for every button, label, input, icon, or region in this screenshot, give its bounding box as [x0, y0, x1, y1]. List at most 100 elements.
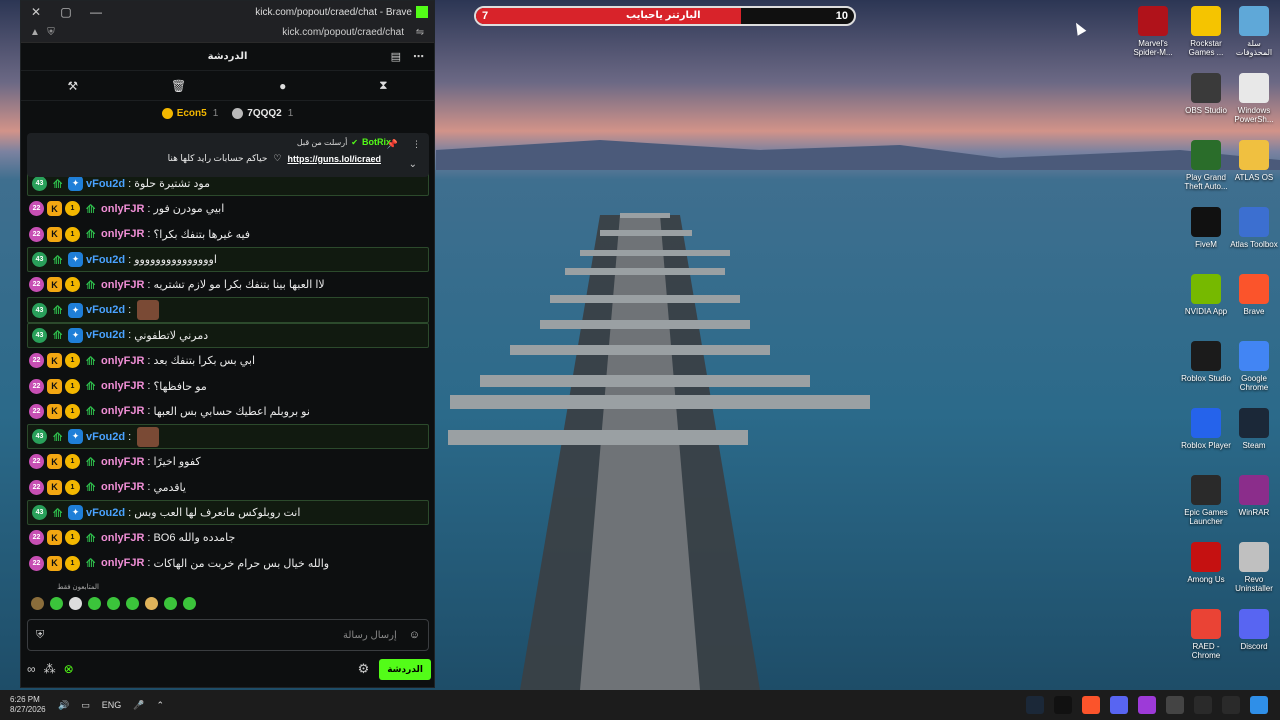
desktop-icon[interactable]: RAED - Chrome: [1180, 609, 1232, 660]
unpin-icon[interactable]: 📌: [387, 139, 398, 150]
leaderboard-entry[interactable]: Econ5 1: [161, 107, 218, 119]
message-composer[interactable]: ⛨ إرسال رسالة ☺: [27, 619, 429, 651]
desktop-icon[interactable]: FiveM: [1180, 207, 1232, 249]
chat-username[interactable]: onlyFJR: [101, 481, 144, 493]
chat-username[interactable]: onlyFJR: [101, 380, 144, 392]
emote-icon[interactable]: [50, 597, 63, 610]
pinned-message[interactable]: أرسلت من قبل ✔ BotRix حياكم حسابات رايد …: [27, 133, 429, 177]
microphone-icon[interactable]: 🎤: [133, 700, 144, 711]
chat-message[interactable]: 43 ⟰ ✦ vFou2d: دمرني لاتطفوني: [27, 322, 429, 349]
search-icon[interactable]: [1222, 696, 1240, 714]
fivem-taskbar-icon[interactable]: [1054, 696, 1072, 714]
desktop-icon[interactable]: Roblox Player: [1180, 408, 1232, 450]
emote-icon[interactable]: [126, 597, 139, 610]
chat-username[interactable]: vFou2d: [86, 507, 125, 519]
obs-taskbar-icon[interactable]: [1166, 696, 1184, 714]
chat-username[interactable]: vFou2d: [86, 254, 125, 266]
chat-message[interactable]: 22 K 1 ⟰ onlyFJR: فيه غيرها بتنفك بكرا؟: [25, 222, 431, 247]
points-icon[interactable]: ⁂: [44, 662, 56, 676]
more-options-icon[interactable]: ⋯: [413, 50, 424, 63]
chat-message[interactable]: 22 K 1 ⟰ onlyFJR: والله خيال بس حرام خربت من …: [25, 550, 431, 575]
site-settings-icon[interactable]: ⇋: [412, 27, 428, 38]
close-window-button[interactable]: ✕: [21, 5, 51, 19]
refresh-taskbar-icon[interactable]: [1194, 696, 1212, 714]
windows-start-icon[interactable]: [1250, 696, 1268, 714]
url-text[interactable]: kick.com/popout/craed/chat: [59, 27, 412, 38]
chat-username[interactable]: vFou2d: [86, 178, 125, 190]
chat-username[interactable]: onlyFJR: [101, 456, 144, 468]
chat-message-list[interactable]: 43 ⟰ ✦ vFou2d: مود تشتيرة حلوة 22 K 1 ⟰ onlyFJR: ا…: [25, 171, 431, 575]
chevron-down-icon[interactable]: ⌄: [409, 159, 417, 170]
chat-message[interactable]: 22 K 1 ⟰ onlyFJR: كفوو اخيرًا: [25, 449, 431, 474]
minimize-window-button[interactable]: —: [81, 5, 111, 19]
desktop-icon[interactable]: Discord: [1228, 609, 1280, 651]
emote-icon[interactable]: [31, 597, 44, 610]
gear-icon[interactable]: ⚙: [358, 661, 370, 677]
desktop-icon[interactable]: Revo Uninstaller: [1228, 542, 1280, 593]
desktop-icon[interactable]: Steam: [1228, 408, 1280, 450]
steam-taskbar-icon[interactable]: [1026, 696, 1044, 714]
chat-message[interactable]: 43 ⟰ ✦ vFou2d: اووووووووووووووو: [27, 246, 429, 273]
emoji-icon[interactable]: ☺: [409, 629, 420, 641]
chat-username[interactable]: vFou2d: [86, 304, 125, 316]
desktop-icon[interactable]: Among Us: [1180, 542, 1232, 584]
desktop-icon[interactable]: ATLAS OS: [1228, 140, 1280, 182]
chat-username[interactable]: onlyFJR: [101, 405, 144, 417]
emote-icon[interactable]: [107, 597, 120, 610]
volume-icon[interactable]: 🔊: [58, 700, 69, 711]
chat-username[interactable]: onlyFJR: [101, 532, 144, 544]
maximize-window-button[interactable]: ▢: [51, 5, 81, 19]
desktop-icon[interactable]: Windows PowerSh...: [1228, 73, 1280, 124]
chat-username[interactable]: vFou2d: [86, 431, 125, 443]
chat-username[interactable]: onlyFJR: [101, 557, 144, 569]
desktop-icon[interactable]: Marvel's Spider-M...: [1127, 6, 1179, 57]
chat-message[interactable]: 43 ⟰ ✦ vFou2d: انت روبلوكس ماتعرف لها العب و…: [27, 499, 429, 526]
desktop-icon[interactable]: Brave: [1228, 274, 1280, 316]
desktop-icon[interactable]: Atlas Toolbox: [1228, 207, 1280, 249]
infinity-icon[interactable]: ∞: [27, 662, 36, 676]
desktop-icon[interactable]: NVIDIA App: [1180, 274, 1232, 316]
chat-username[interactable]: onlyFJR: [101, 228, 144, 240]
kick-coin-icon[interactable]: ⊗: [64, 662, 74, 676]
desktop-icon[interactable]: Roblox Studio: [1180, 341, 1232, 383]
pinned-link[interactable]: https://guns.lol/icraed: [287, 154, 381, 164]
ban-hammer-icon[interactable]: ⚒: [67, 79, 78, 93]
hourglass-icon[interactable]: ⧗: [379, 78, 387, 93]
chat-message[interactable]: 22 K 1 ⟰ onlyFJR: نو بروبلم اعطيك حسابي بس ال…: [25, 399, 431, 424]
discord-taskbar-icon[interactable]: [1110, 696, 1128, 714]
chat-message[interactable]: 22 K 1 ⟰ onlyFJR: ياقدمي: [25, 475, 431, 500]
trash-icon[interactable]: 🗑: [171, 79, 186, 93]
chevron-up-icon[interactable]: ⌃: [156, 700, 164, 711]
pinned-menu-icon[interactable]: ⋮: [412, 139, 421, 150]
chat-bubble-icon[interactable]: ●: [279, 79, 286, 93]
chat-username[interactable]: vFou2d: [86, 329, 125, 341]
desktop-icon[interactable]: Google Chrome: [1228, 341, 1280, 392]
desktop-icon[interactable]: Rockstar Games ...: [1180, 6, 1232, 57]
desktop-icon[interactable]: WinRAR: [1228, 475, 1280, 517]
users-icon[interactable]: ▤: [391, 50, 401, 63]
chat-username[interactable]: onlyFJR: [101, 355, 144, 367]
network-icon[interactable]: ▭: [81, 700, 90, 711]
chat-message[interactable]: 22 K 1 ⟰ onlyFJR: ابي بس بكرا بتنفك بعد: [25, 348, 431, 373]
desktop-icon[interactable]: Epic Games Launcher: [1180, 475, 1232, 526]
chat-message[interactable]: 22 K 1 ⟰ onlyFJR: مو حافظها؟: [25, 373, 431, 398]
desktop-icon[interactable]: Play Grand Theft Auto...: [1180, 140, 1232, 191]
chat-message[interactable]: 43 ⟰ ✦ vFou2d:: [27, 423, 429, 450]
brave-shield-icon[interactable]: ⛨: [43, 27, 59, 38]
emote-icon[interactable]: [69, 597, 82, 610]
shield-icon[interactable]: ⛨: [36, 629, 44, 642]
brave-taskbar-icon[interactable]: [1082, 696, 1100, 714]
chat-message[interactable]: 22 K 1 ⟰ onlyFJR: لاا العبها بينا بتنفك بكرا …: [25, 272, 431, 297]
chat-username[interactable]: onlyFJR: [101, 279, 144, 291]
emote-icon[interactable]: [183, 597, 196, 610]
desktop-icon[interactable]: سلة المحذوفات: [1228, 6, 1280, 57]
emote-icon[interactable]: [164, 597, 177, 610]
chat-username[interactable]: onlyFJR: [101, 203, 144, 215]
chat-message[interactable]: 22 K 1 ⟰ onlyFJR: جامدده والله BO6: [25, 525, 431, 550]
leaderboard-entry[interactable]: 7QQQ2 1: [232, 107, 293, 119]
message-input-placeholder[interactable]: إرسال رسالة: [44, 630, 409, 641]
emote-icon[interactable]: [88, 597, 101, 610]
language-indicator[interactable]: ENG: [102, 700, 122, 710]
app-taskbar-icon[interactable]: [1138, 696, 1156, 714]
clock[interactable]: 6:26 PM 8/27/2026: [0, 695, 58, 714]
